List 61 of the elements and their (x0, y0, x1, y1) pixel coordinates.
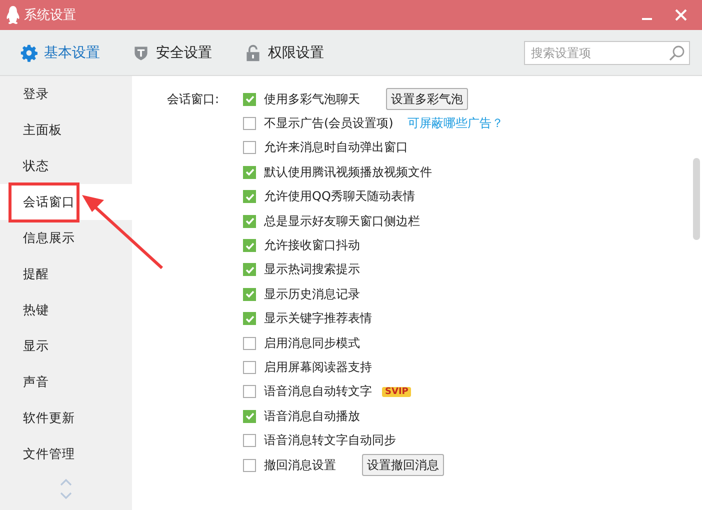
option-label: 显示关键字推荐表情 (264, 310, 372, 328)
option-label: 总是显示好友聊天窗口侧边栏 (264, 212, 420, 230)
checkbox[interactable] (243, 117, 256, 130)
settings-tab[interactable]: 权限设置 (244, 40, 324, 66)
shield-icon (132, 44, 150, 62)
checkbox[interactable] (243, 166, 256, 179)
option-label: 启用消息同步模式 (264, 334, 360, 352)
chevron-up-icon[interactable] (60, 478, 72, 486)
chevron-down-icon[interactable] (60, 492, 72, 500)
checkbox[interactable] (243, 263, 256, 276)
close-icon[interactable] (674, 8, 688, 22)
checkbox[interactable] (243, 410, 256, 423)
lock-icon (244, 44, 262, 62)
sidebar-item[interactable]: 信息展示 (0, 220, 132, 256)
option-label: 显示历史消息记录 (264, 286, 360, 303)
settings-button[interactable]: 设置多彩气泡 (386, 88, 468, 110)
checkbox[interactable] (243, 239, 256, 252)
sidebar-item[interactable]: 登录 (0, 76, 132, 112)
option-label: 不显示广告(会员设置项) (264, 115, 394, 132)
checkbox[interactable] (243, 385, 256, 398)
sidebar-item[interactable]: 声音 (0, 364, 132, 400)
checkbox[interactable] (243, 190, 256, 204)
option-label: 允许接收窗口抖动 (264, 237, 360, 254)
sidebar-item[interactable]: 主面板 (0, 112, 132, 148)
checkbox[interactable] (243, 434, 256, 448)
checkbox[interactable] (243, 288, 256, 301)
checkbox[interactable] (243, 458, 256, 472)
window-title: 系统设置 (24, 7, 77, 24)
option-label: 使用多彩气泡聊天 (264, 90, 360, 108)
vip-badge: SVIP (382, 386, 412, 397)
option-label: 语音消息转文字自动同步 (264, 432, 396, 450)
scrollbar-thumb[interactable] (693, 158, 700, 240)
settings-button[interactable]: 设置撤回消息 (362, 454, 444, 476)
search-field[interactable]: 搜索设置项 (524, 40, 690, 64)
sidebar-item[interactable]: 状态 (0, 148, 132, 184)
sidebar-item[interactable]: 文件管理 (0, 436, 132, 472)
option-label: 撤回消息设置 (264, 456, 336, 474)
checkbox[interactable] (243, 92, 256, 106)
sidebar-item[interactable]: 提醒 (0, 256, 132, 292)
section-label: 会话窗口: (167, 90, 220, 108)
checkbox[interactable] (243, 336, 256, 350)
penguin-icon (6, 6, 20, 24)
sidebar-item[interactable]: 显示 (0, 328, 132, 364)
option-label: 允许来消息时自动弹出窗口 (264, 139, 408, 156)
sidebar-item[interactable]: 软件更新 (0, 400, 132, 436)
sidebar-item[interactable]: 热键 (0, 292, 132, 328)
search-icon (669, 44, 685, 60)
option-label: 显示热词搜索提示 (264, 261, 360, 278)
option-label: 允许使用QQ秀聊天随动表情 (264, 188, 415, 206)
option-label: 语音消息自动播放 (264, 408, 360, 425)
option-label: 默认使用腾讯视频播放视频文件 (264, 164, 432, 181)
checkbox[interactable] (243, 312, 256, 326)
checkbox[interactable] (243, 360, 256, 374)
checkbox[interactable] (243, 141, 256, 154)
option-label: 语音消息自动转文字 (264, 383, 372, 400)
option-label: 启用屏幕阅读器支持 (264, 358, 372, 376)
gear-icon (20, 44, 38, 62)
settings-tab[interactable]: 基本设置 (20, 40, 100, 66)
settings-tab[interactable]: 安全设置 (132, 40, 212, 66)
highlight-box (8, 182, 80, 222)
checkbox[interactable] (243, 214, 256, 228)
